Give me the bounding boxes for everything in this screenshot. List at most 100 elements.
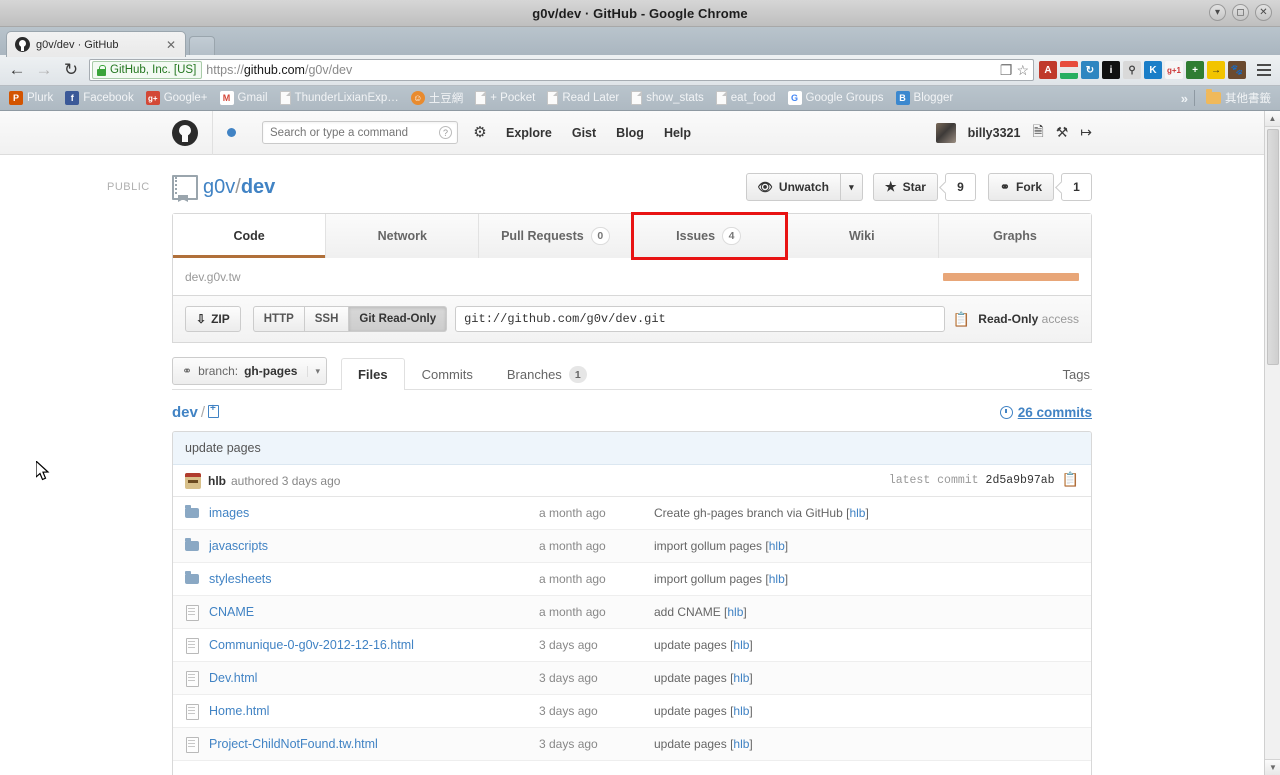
table-row[interactable]: stylesheets a month ago import gollum pa… [173,563,1091,596]
close-icon[interactable]: ✕ [163,38,179,52]
fork-button[interactable]: ⚭ Fork [987,173,1054,201]
back-arrow-icon[interactable]: ← [6,59,28,81]
minimize-icon[interactable]: ▾ [1209,4,1226,21]
protocol-git-read-only[interactable]: Git Read-Only [349,306,448,332]
tab-pull-requests[interactable]: Pull Requests 0 [479,214,633,258]
download-zip-button[interactable]: ⇩ ZIP [185,306,241,332]
commit-author-link[interactable]: hlb [733,671,749,685]
bookmark-eat-food[interactable]: eat_food [711,89,781,107]
branch-selector-button[interactable]: ⚭ branch: gh-pages ▾ [172,357,327,385]
file-name-link[interactable]: Home.html [209,704,539,718]
breadcrumb-root[interactable]: dev [172,404,198,421]
search-field[interactable] [268,125,439,140]
google-plus-one-extension-icon[interactable]: g+1 [1165,61,1183,79]
nav-gist[interactable]: Gist [572,126,596,140]
page-scrollbar[interactable]: ▲ ▼ [1264,111,1280,775]
bookmark-pocket[interactable]: + Pocket [470,89,540,107]
hamburger-menu-icon[interactable] [1254,60,1274,80]
watch-dropdown-caret[interactable]: ▾ [840,173,863,201]
table-row[interactable]: CNAME a month ago add CNAME [hlb] [173,596,1091,629]
search-input[interactable]: ? [262,121,458,144]
forward-arrow-icon[interactable]: → [33,59,55,81]
fork-count[interactable]: 1 [1061,173,1092,201]
nav-help[interactable]: Help [664,126,691,140]
repo-homepage-url[interactable]: dev.g0v.tw [185,270,241,284]
file-name-link[interactable]: Communique-0-g0v-2012-12-16.html [209,638,539,652]
file-name-link[interactable]: javascripts [209,539,539,553]
bookmark-manager-extension-icon[interactable] [1060,61,1078,79]
bookmark-gmail[interactable]: M Gmail [215,89,273,107]
table-row[interactable]: Dev.html 3 days ago update pages [hlb] [173,662,1091,695]
cat-extension-icon[interactable]: 🐾 [1228,61,1246,79]
unwatch-button[interactable]: 👁 Unwatch [745,173,841,201]
bookmark-google-groups[interactable]: G Google Groups [783,89,889,107]
protocol-http[interactable]: HTTP [252,306,305,332]
commit-author-link[interactable]: hlb [733,638,749,652]
subtab-branches[interactable]: Branches 1 [490,358,604,390]
table-row[interactable]: Project-ChildNotFound.tw.html 3 days ago… [173,728,1091,761]
tab-issues[interactable]: Issues 4 [630,212,788,260]
bookmark-facebook[interactable]: f Facebook [60,89,139,107]
tab-network[interactable]: Network [326,214,480,258]
add-extension-icon[interactable]: + [1186,61,1204,79]
bookmark-plurk[interactable]: P Plurk [4,89,58,107]
sync-extension-icon[interactable]: ↻ [1081,61,1099,79]
username-label[interactable]: billy3321 [968,126,1021,140]
mobile-send-extension-icon[interactable]: → [1207,61,1225,79]
close-icon[interactable]: ✕ [1255,4,1272,21]
commit-author-link[interactable]: hlb [727,605,743,619]
maximize-icon[interactable]: ◻ [1232,4,1249,21]
page-copy-icon[interactable]: ❐ [1000,62,1013,79]
sign-out-icon[interactable]: ↦ [1080,124,1092,141]
file-name-link[interactable]: stylesheets [209,572,539,586]
nav-explore[interactable]: Explore [506,126,552,140]
bookmark-blogger[interactable]: B Blogger [891,89,959,107]
scroll-up-arrow[interactable]: ▲ [1265,111,1280,127]
commit-author[interactable]: hlb [208,474,226,488]
user-avatar[interactable] [935,122,956,143]
file-name-link[interactable]: Dev.html [209,671,539,685]
table-row[interactable]: Communique-0-g0v-2012-12-16.html 3 days … [173,629,1091,662]
table-row[interactable]: images a month ago Create gh-pages branc… [173,497,1091,530]
scroll-down-arrow[interactable]: ▼ [1265,759,1280,775]
tags-link[interactable]: Tags [1061,360,1092,389]
bookmark-tudou[interactable]: ☺ 土豆網 [406,88,469,108]
protocol-ssh[interactable]: SSH [304,306,350,332]
latest-commit-sha[interactable]: 2d5a9b97ab [986,474,1055,487]
chevron-down-icon[interactable]: ▾ [307,365,320,377]
subtab-commits[interactable]: Commits [405,358,490,390]
kindle-extension-icon[interactable]: K [1144,61,1162,79]
question-circle-icon[interactable]: ? [439,126,452,139]
clipboard-copy-icon[interactable]: 📋 [1062,472,1079,489]
star-button[interactable]: ★ Star [872,173,938,201]
info-extension-icon[interactable]: i [1102,61,1120,79]
gear-icon[interactable]: ⚙ [472,124,488,141]
clipboard-copy-icon[interactable]: 📋 [953,311,970,328]
nav-blog[interactable]: Blog [616,126,644,140]
table-row-partial[interactable] [173,761,1091,775]
bookmarks-overflow-button[interactable]: » [1181,91,1188,106]
tab-code[interactable]: Code [173,214,327,258]
commit-author-link[interactable]: hlb [849,506,865,520]
tab-wiki[interactable]: Wiki [785,214,939,258]
adblock-extension-icon[interactable]: A [1039,61,1057,79]
lamp-extension-icon[interactable]: ⚲ [1123,61,1141,79]
reload-icon[interactable]: ↻ [60,59,82,81]
star-outline-icon[interactable]: ☆ [1016,62,1029,79]
new-tab-button[interactable] [189,36,215,55]
table-row[interactable]: Home.html 3 days ago update pages [hlb] [173,695,1091,728]
subtab-files[interactable]: Files [340,358,405,390]
bookmark-show-stats[interactable]: show_stats [626,89,709,107]
commit-author-link[interactable]: hlb [733,737,749,751]
add-file-icon[interactable] [208,403,220,418]
repo-name-link[interactable]: dev [241,176,275,198]
commit-author-link[interactable]: hlb [733,704,749,718]
commit-author-link[interactable]: hlb [769,539,785,553]
star-count[interactable]: 9 [944,173,976,201]
table-row[interactable]: javascripts a month ago import gollum pa… [173,530,1091,563]
clone-url-input[interactable]: git://github.com/g0v/dev.git [455,306,945,332]
github-mark-icon[interactable] [172,119,198,146]
bookmark-read-later[interactable]: Read Later [542,89,624,107]
account-settings-icon[interactable]: ⚒ [1056,124,1069,141]
commit-author-link[interactable]: hlb [769,572,785,586]
